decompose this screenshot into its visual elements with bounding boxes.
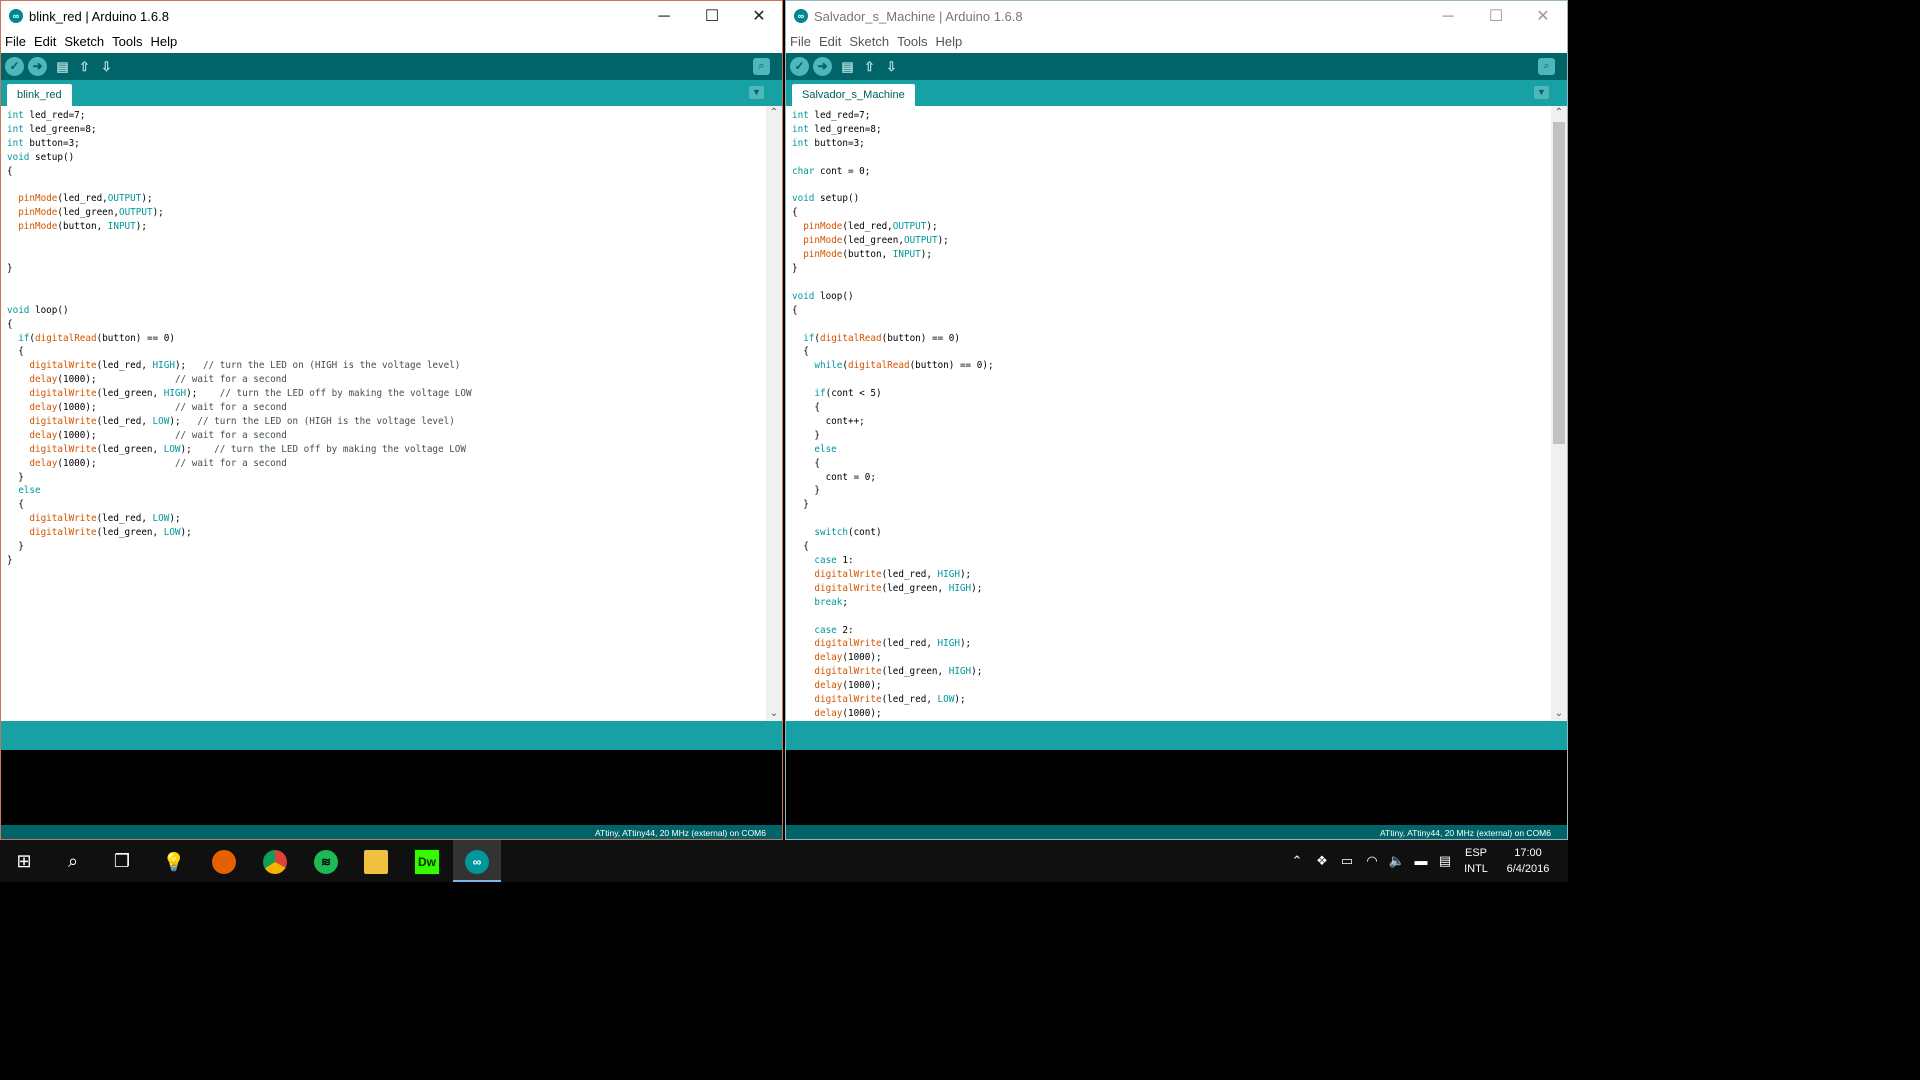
language-code: ESP xyxy=(1464,847,1487,859)
show-hidden-icons-chevron-icon[interactable]: ⌃ xyxy=(1286,840,1308,882)
chrome-icon[interactable] xyxy=(251,840,299,882)
tips-icon[interactable]: 💡 xyxy=(150,840,198,882)
toolbar: ✓ ➜ ▤ ⇧ ⇩ ⌕ xyxy=(786,53,1567,80)
dropbox-icon[interactable]: ❖ xyxy=(1311,840,1333,882)
minimize-icon[interactable]: ─ xyxy=(644,5,684,29)
clock-date: 6/4/2016 xyxy=(1506,863,1550,875)
footer-bar: ATtiny, ATtiny44, 20 MHz (external) on C… xyxy=(1,825,782,839)
maximize-icon[interactable]: ☐ xyxy=(1476,5,1516,29)
board-status: ATtiny, ATtiny44, 20 MHz (external) on C… xyxy=(1379,828,1551,838)
tab-bar: blink_red ▼ xyxy=(1,80,782,106)
code-editor[interactable]: int led_red=7; int led_green=8; int butt… xyxy=(786,106,1551,721)
battery-icon[interactable]: ▭ xyxy=(1336,840,1358,882)
file-explorer-icon[interactable] xyxy=(352,840,400,882)
menu-help[interactable]: Help xyxy=(931,33,966,51)
tab-bar: Salvador_s_Machine ▼ xyxy=(786,80,1567,106)
tab-menu-chevron-icon[interactable]: ▼ xyxy=(749,86,764,99)
serial-monitor-icon[interactable]: ⌕ xyxy=(1538,58,1555,75)
clock-time: 17:00 xyxy=(1514,847,1542,859)
new-icon[interactable]: ▤ xyxy=(53,57,72,76)
close-icon[interactable]: ✕ xyxy=(739,5,779,29)
scroll-up-icon[interactable]: ⌃ xyxy=(766,106,782,120)
dreamweaver-label: Dw xyxy=(414,849,440,876)
arduino-logo-icon: ∞ xyxy=(9,9,23,23)
window-title: blink_red | Arduino 1.6.8 xyxy=(29,9,169,24)
toolbar: ✓ ➜ ▤ ⇧ ⇩ ⌕ xyxy=(1,53,782,80)
upload-icon[interactable]: ➜ xyxy=(813,57,832,76)
menu-sketch[interactable]: Sketch xyxy=(60,33,108,51)
windows-taskbar: ⊞ ⌕ ❐ 💡 ≋ Dw ∞ ⌃ ❖ ▭ ◠ 🔈 ▬ ▤ ESP INTL 17… xyxy=(0,840,1568,882)
footer-bar: ATtiny, ATtiny44, 20 MHz (external) on C… xyxy=(786,825,1567,839)
arduino-window-salvador-machine: ∞ Salvador_s_Machine | Arduino 1.6.8 ─ ☐… xyxy=(785,0,1568,840)
code-editor[interactable]: int led_red=7; int led_green=8; int butt… xyxy=(1,106,766,721)
board-status: ATtiny, ATtiny44, 20 MHz (external) on C… xyxy=(594,828,766,838)
editor-scrollbar[interactable]: ⌃ ⌄ xyxy=(766,106,782,721)
status-bar xyxy=(786,721,1567,750)
scroll-up-icon[interactable]: ⌃ xyxy=(1551,106,1567,120)
menu-bar: File Edit Sketch Tools Help xyxy=(786,33,1567,54)
title-bar[interactable]: ∞ Salvador_s_Machine | Arduino 1.6.8 ─ ☐… xyxy=(786,1,1567,33)
arduino-icon[interactable]: ∞ xyxy=(453,840,501,882)
display-icon[interactable]: ▬ xyxy=(1410,840,1432,882)
status-bar xyxy=(1,721,782,750)
window-title: Salvador_s_Machine | Arduino 1.6.8 xyxy=(814,9,1023,24)
arduino-window-blink-red: ∞ blink_red | Arduino 1.6.8 ─ ☐ ✕ File Ed… xyxy=(0,0,783,840)
arduino-logo-icon: ∞ xyxy=(794,9,808,23)
menu-bar: File Edit Sketch Tools Help xyxy=(1,33,782,54)
open-icon[interactable]: ⇧ xyxy=(860,57,879,76)
open-icon[interactable]: ⇧ xyxy=(75,57,94,76)
wifi-icon[interactable]: ◠ xyxy=(1361,840,1383,882)
code-text[interactable]: int led_red=7; int led_green=8; int butt… xyxy=(1,106,766,568)
save-icon[interactable]: ⇩ xyxy=(97,57,116,76)
menu-sketch[interactable]: Sketch xyxy=(845,33,893,51)
input-language[interactable]: ESP INTL xyxy=(1462,845,1490,877)
firefox-icon[interactable] xyxy=(200,840,248,882)
minimize-icon[interactable]: ─ xyxy=(1428,5,1468,29)
tab-blink-red[interactable]: blink_red xyxy=(7,84,72,106)
console-output[interactable] xyxy=(786,750,1567,825)
task-view-icon[interactable]: ❐ xyxy=(98,840,146,882)
close-icon[interactable]: ✕ xyxy=(1523,5,1563,29)
menu-edit[interactable]: Edit xyxy=(30,33,60,51)
scroll-down-icon[interactable]: ⌄ xyxy=(1551,707,1567,721)
scroll-thumb[interactable] xyxy=(1553,122,1565,444)
menu-tools[interactable]: Tools xyxy=(108,33,146,51)
notifications-icon[interactable]: ▤ xyxy=(1434,840,1456,882)
save-icon[interactable]: ⇩ xyxy=(882,57,901,76)
scroll-down-icon[interactable]: ⌄ xyxy=(766,707,782,721)
search-icon[interactable]: ⌕ xyxy=(49,840,97,882)
menu-tools[interactable]: Tools xyxy=(893,33,931,51)
title-bar[interactable]: ∞ blink_red | Arduino 1.6.8 ─ ☐ ✕ xyxy=(1,1,782,33)
keyboard-layout: INTL xyxy=(1464,863,1488,875)
volume-icon[interactable]: 🔈 xyxy=(1386,840,1408,882)
tab-salvador-s-machine[interactable]: Salvador_s_Machine xyxy=(792,84,915,106)
console-output[interactable] xyxy=(1,750,782,825)
new-icon[interactable]: ▤ xyxy=(838,57,857,76)
code-text[interactable]: int led_red=7; int led_green=8; int butt… xyxy=(786,106,1551,721)
menu-file[interactable]: File xyxy=(786,33,815,51)
upload-icon[interactable]: ➜ xyxy=(28,57,47,76)
menu-file[interactable]: File xyxy=(1,33,30,51)
tab-menu-chevron-icon[interactable]: ▼ xyxy=(1534,86,1549,99)
menu-help[interactable]: Help xyxy=(146,33,181,51)
maximize-icon[interactable]: ☐ xyxy=(692,5,732,29)
editor-scrollbar[interactable]: ⌃ ⌄ xyxy=(1551,106,1567,721)
verify-icon[interactable]: ✓ xyxy=(790,57,809,76)
dreamweaver-icon[interactable]: Dw xyxy=(403,840,451,882)
windows-start-icon[interactable]: ⊞ xyxy=(0,840,48,882)
menu-edit[interactable]: Edit xyxy=(815,33,845,51)
system-clock[interactable]: 17:00 6/4/2016 xyxy=(1500,845,1556,877)
serial-monitor-icon[interactable]: ⌕ xyxy=(753,58,770,75)
spotify-icon[interactable]: ≋ xyxy=(302,840,350,882)
verify-icon[interactable]: ✓ xyxy=(5,57,24,76)
